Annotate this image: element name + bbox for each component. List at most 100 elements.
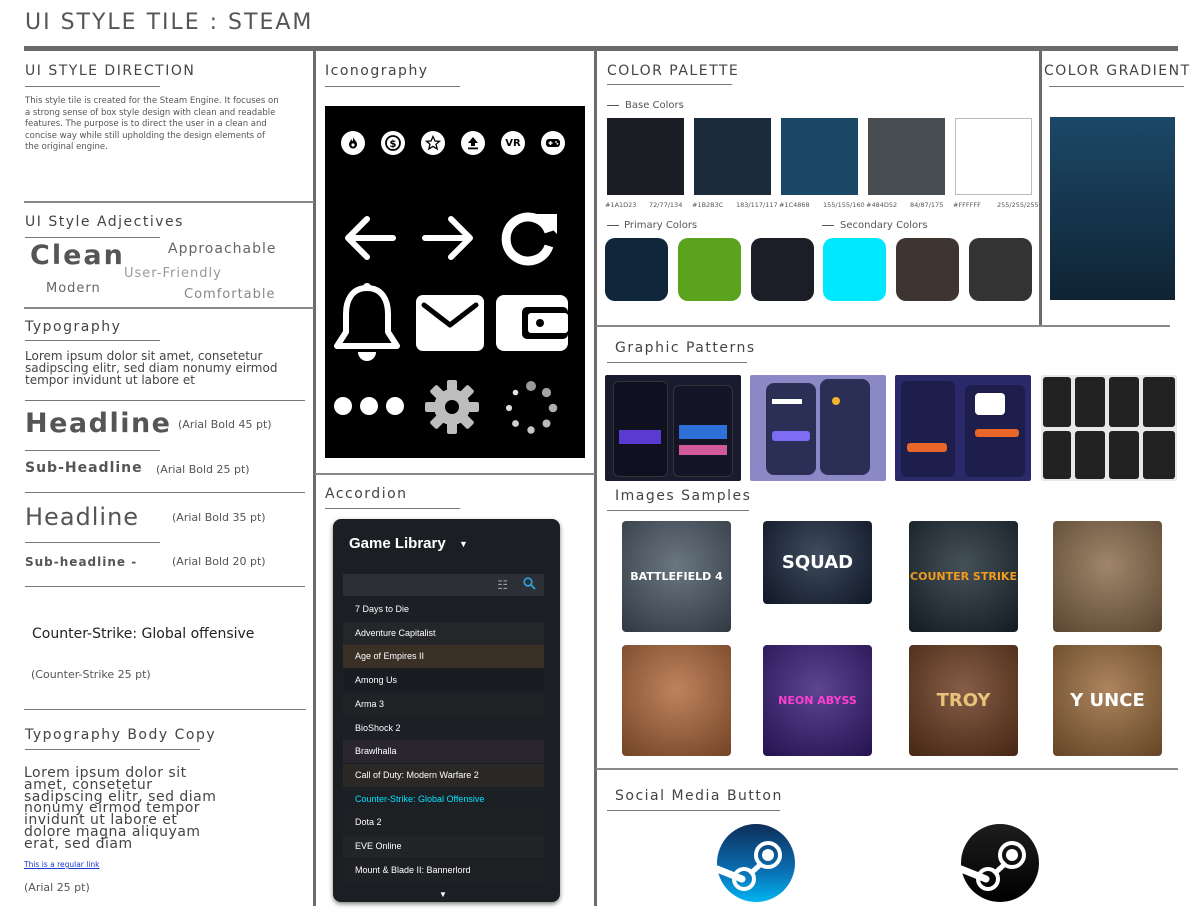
subheadline-sample-2: Sub-headline - <box>25 555 138 569</box>
headline-sample-1: Headline <box>25 408 172 439</box>
accordion-item[interactable]: BioShock 2 <box>343 716 544 740</box>
iconography-heading: Iconography <box>325 63 429 79</box>
divider-col1 <box>313 51 316 906</box>
steam-blue-icon[interactable] <box>713 823 796 903</box>
game-sample-image: Y UNCE <box>1053 645 1162 756</box>
cs-font-sample: Counter-Strike: Global offensive <box>32 626 255 642</box>
mail-icon <box>415 294 485 352</box>
title-rule <box>24 46 1178 51</box>
base-colors-heading: Base Colors <box>625 100 684 111</box>
refresh-icon <box>495 204 563 272</box>
samples-heading: Images Samples <box>615 488 752 504</box>
search-bar[interactable]: ☷ <box>343 574 544 596</box>
adjectives-heading: UI Style Adjectives <box>25 214 184 230</box>
swatch-rgb-label: 255/255/255 <box>997 201 1039 209</box>
adjective-approachable: Approachable <box>168 241 277 257</box>
filter-icon[interactable]: ☷ <box>497 578 508 592</box>
adjectives-underline <box>25 237 160 238</box>
primary-color-swatch <box>677 238 741 301</box>
accordion-item[interactable]: Arma 3 <box>343 692 544 716</box>
typography-underline <box>25 340 160 341</box>
loading-icon <box>501 378 561 438</box>
body-copy-underline <box>25 749 200 750</box>
adjective-modern: Modern <box>46 281 101 296</box>
subheadline-note-2: (Arial Bold 20 pt) <box>172 555 266 568</box>
pattern-image-2 <box>750 375 886 481</box>
accordion-item[interactable]: Mount & Blade II: Bannerlord <box>343 858 544 882</box>
adjective-comfortable: Comfortable <box>184 287 276 302</box>
divider <box>25 450 160 451</box>
divider <box>24 709 306 710</box>
secondary-colors-heading: Secondary Colors <box>840 220 928 231</box>
base-color-swatch <box>781 118 858 195</box>
patterns-heading: Graphic Patterns <box>615 340 756 356</box>
divider <box>607 225 619 226</box>
arrow-right-icon <box>417 206 481 270</box>
base-color-swatch <box>694 118 771 195</box>
accordion-item[interactable]: Among Us <box>343 669 544 693</box>
cs-font-note: (Counter-Strike 25 pt) <box>31 668 151 681</box>
gradient-underline <box>1049 86 1184 87</box>
game-sample-image: NEON ABYSS <box>763 645 872 756</box>
swatch-rgb-label: 155/155/160 <box>823 201 865 209</box>
secondary-color-swatch <box>969 238 1032 301</box>
regular-link[interactable]: This is a regular link <box>24 860 100 869</box>
divider-col2 <box>594 51 597 906</box>
accordion-item[interactable]: EVE Online <box>343 835 544 858</box>
game-sample-image: BATTLEFIELD 4 <box>622 521 731 632</box>
accordion-item[interactable]: Dota 2 <box>343 811 544 835</box>
fire-icon <box>341 131 365 155</box>
secondary-color-swatch <box>823 238 887 301</box>
steam-black-icon[interactable] <box>957 823 1040 903</box>
divider <box>25 542 160 543</box>
direction-underline <box>25 86 160 87</box>
samples-underline <box>607 510 749 511</box>
swatch-rgb-label: 72/77/134 <box>649 201 683 209</box>
subheadline-sample-1: Sub-Headline <box>25 460 143 476</box>
body-copy-text: Lorem ipsum dolor sit amet, consetetur s… <box>24 765 217 852</box>
accordion-title[interactable]: Game Library <box>349 535 446 552</box>
pattern-image-3 <box>895 375 1031 481</box>
palette-heading: COLOR PALETTE <box>607 63 740 79</box>
swatch-rgb-label: 183/117/117 <box>736 201 778 209</box>
primary-color-swatch <box>750 238 814 301</box>
accordion-item[interactable]: Age of Empires II <box>343 645 544 669</box>
scroll-down-icon[interactable]: ▼ <box>439 890 447 899</box>
chevron-down-icon[interactable]: ▼ <box>459 539 468 549</box>
social-underline <box>607 810 780 811</box>
swatch-hex-label: #484D52 <box>866 201 898 209</box>
divider <box>25 492 305 493</box>
typography-heading: Typography <box>25 319 122 335</box>
page-title: UI STYLE TILE : STEAM <box>25 10 314 35</box>
arrow-left-icon <box>337 206 401 270</box>
adjective-user-friendly: User-Friendly <box>124 266 222 281</box>
accordion-underline <box>325 508 460 509</box>
divider <box>596 325 1170 327</box>
headline-note-2: (Arial Bold 35 pt) <box>172 511 266 524</box>
accordion-item[interactable]: Brawlhalla <box>343 740 544 764</box>
accordion-item[interactable]: Counter-Strike: Global Offensive <box>343 787 544 811</box>
star-icon <box>421 131 445 155</box>
accordion-item[interactable]: Adventure Capitalist <box>343 621 544 645</box>
palette-underline <box>607 84 732 85</box>
gamepad-icon <box>541 131 565 155</box>
upload-icon <box>461 131 485 155</box>
game-sample-image: TROY <box>909 645 1018 756</box>
swatch-hex-label: #1C4868 <box>779 201 810 209</box>
accordion-item[interactable]: 7 Days to Die <box>343 598 544 621</box>
accordion-item[interactable]: Call of Duty: Modern Warfare 2 <box>343 763 544 787</box>
accordion-panel: Game Library ▼ ☷ 7 Days to Die Adventure … <box>333 519 560 902</box>
divider <box>25 586 305 587</box>
headline-sample-2: Headline <box>25 503 140 531</box>
base-color-swatch <box>955 118 1032 195</box>
accordion-heading: Accordion <box>325 486 408 502</box>
vr-icon: VR <box>501 131 525 155</box>
bell-icon <box>331 281 403 367</box>
game-sample-image <box>1053 521 1162 632</box>
divider <box>24 307 314 309</box>
color-gradient-swatch <box>1050 117 1175 300</box>
body-copy-heading: Typography Body Copy <box>25 727 217 743</box>
divider <box>315 473 595 475</box>
divider <box>24 201 314 203</box>
search-icon[interactable] <box>523 577 536 595</box>
